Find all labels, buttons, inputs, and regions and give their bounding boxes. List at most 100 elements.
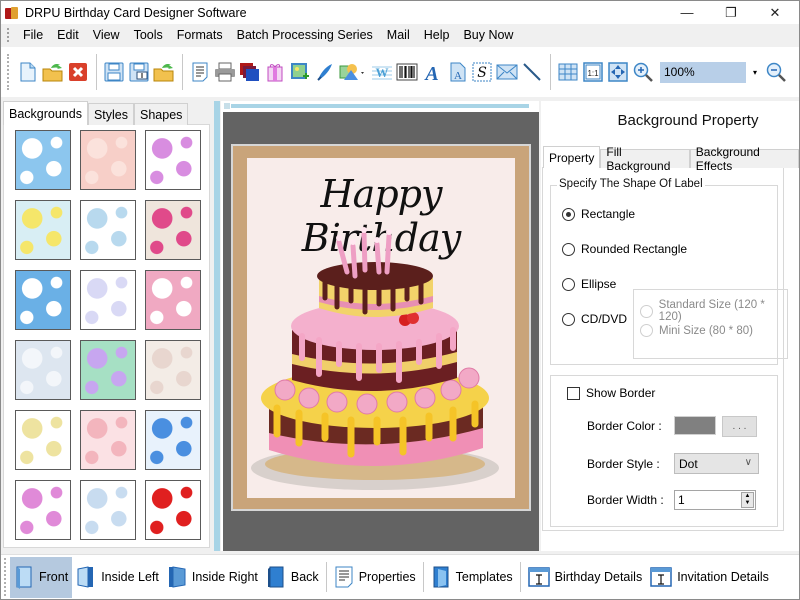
birthday-cake-image[interactable]	[247, 158, 515, 498]
inside-left-button[interactable]: Inside Left	[72, 557, 163, 598]
menu-view[interactable]: View	[86, 28, 127, 42]
print-preview-button[interactable]	[188, 59, 211, 85]
menu-batch-processing[interactable]: Batch Processing Series	[230, 28, 380, 42]
zoom-out-button[interactable]	[764, 59, 787, 85]
border-style-select[interactable]: Dot ∨	[674, 453, 759, 474]
background-thumbnail-balloon-bunches[interactable]	[80, 480, 136, 540]
background-thumbnail-rainbow[interactable]	[80, 340, 136, 400]
radio-button[interactable]	[562, 312, 575, 326]
zoom-level-input[interactable]: 100%	[660, 61, 746, 83]
radio-rectangle[interactable]: Rectangle	[562, 207, 635, 221]
menu-help[interactable]: Help	[417, 28, 457, 42]
signature-button[interactable]: S	[470, 59, 493, 85]
border-width-stepper[interactable]: 1 ▲ ▼	[674, 490, 756, 510]
gift-button[interactable]	[263, 59, 286, 85]
menu-formats[interactable]: Formats	[170, 28, 230, 42]
radio-button[interactable]	[562, 242, 575, 256]
background-thumbnail-teddy[interactable]	[145, 340, 201, 400]
background-thumbnail-stars-blue[interactable]	[15, 270, 71, 330]
properties-button[interactable]: Properties	[330, 557, 420, 598]
show-border-checkbox-row[interactable]: Show Border	[567, 386, 655, 400]
grid-button[interactable]	[556, 59, 579, 85]
close-window-button[interactable]: ✕	[753, 1, 797, 24]
text-document-button[interactable]: A	[445, 59, 468, 85]
tab-backgrounds[interactable]: Backgrounds	[3, 101, 88, 125]
radio-button[interactable]	[562, 207, 575, 221]
background-thumbnail-clouds[interactable]	[15, 130, 71, 190]
background-thumbnail-balloon-sketch[interactable]	[80, 270, 136, 330]
print-button[interactable]	[213, 59, 236, 85]
close-button[interactable]	[66, 59, 89, 85]
background-thumbnail-pink-floral[interactable]	[80, 130, 136, 190]
new-document-icon	[20, 62, 35, 82]
minimize-button[interactable]: —	[665, 1, 709, 24]
background-thumbnail-balloons-beige[interactable]	[145, 200, 201, 260]
invitation-details-button[interactable]: Invitation Details	[646, 557, 773, 598]
radio-button	[640, 324, 653, 337]
background-thumbnail-heart-outlines[interactable]	[15, 480, 71, 540]
background-thumbnail-daisies[interactable]	[15, 200, 71, 260]
copy-layers-button[interactable]	[238, 59, 261, 85]
canvas-stage[interactable]: Happy Birthday	[223, 112, 539, 551]
save-as-icon	[129, 62, 148, 82]
tab-fill-background[interactable]: Fill Background	[600, 145, 690, 173]
actual-size-button[interactable]: 1:1	[581, 59, 604, 85]
back-button[interactable]: Back	[262, 557, 323, 598]
menu-edit[interactable]: Edit	[50, 28, 86, 42]
radio-rounded-rectangle[interactable]: Rounded Rectangle	[562, 242, 687, 256]
radio-button[interactable]	[562, 277, 575, 291]
panel-splitter[interactable]	[214, 101, 220, 551]
new-button[interactable]	[16, 59, 39, 85]
birthday-details-button[interactable]: Birthday Details	[524, 557, 647, 598]
export-button[interactable]	[152, 59, 175, 85]
background-thumbnail-pastel-scene[interactable]	[80, 200, 136, 260]
menu-tools[interactable]: Tools	[127, 28, 170, 42]
tab-background-effects[interactable]: Background Effects	[689, 145, 799, 173]
radio-button	[640, 304, 653, 318]
background-thumbnail-pink-cake[interactable]	[145, 270, 201, 330]
radio-ellipse[interactable]: Ellipse	[562, 277, 616, 291]
bottom-grip	[4, 558, 7, 596]
border-group: Show Border Border Color : . . . Border …	[550, 375, 778, 527]
tab-property[interactable]: Property	[543, 146, 601, 168]
properties-icon	[335, 566, 353, 588]
show-border-checkbox[interactable]	[567, 386, 580, 400]
border-color-swatch[interactable]	[674, 416, 716, 435]
toolbar-grip	[7, 54, 10, 90]
menu-file[interactable]: File	[16, 28, 50, 42]
open-button[interactable]	[41, 59, 64, 85]
birthday-card[interactable]: Happy Birthday	[231, 144, 531, 511]
zoom-in-button[interactable]	[631, 59, 654, 85]
front-button[interactable]: Front	[10, 556, 73, 598]
barcode-button[interactable]	[395, 59, 418, 85]
templates-label: Templates	[455, 570, 513, 584]
background-thumbnail-pink-hearts-stripe[interactable]	[80, 410, 136, 470]
menu-mail[interactable]: Mail	[380, 28, 417, 42]
save-as-button[interactable]	[127, 59, 150, 85]
templates-button[interactable]: Templates	[427, 557, 517, 598]
mail-button[interactable]	[495, 59, 518, 85]
menu-buy-now[interactable]: Buy Now	[456, 28, 520, 42]
background-thumbnail-bubbles[interactable]	[15, 340, 71, 400]
text-button[interactable]: A	[420, 59, 443, 85]
tab-styles[interactable]: Styles	[87, 103, 135, 125]
shapes-button[interactable]	[338, 59, 368, 85]
insert-image-button[interactable]	[288, 59, 311, 85]
pen-button[interactable]	[313, 59, 336, 85]
watermark-button[interactable]: W	[370, 59, 393, 85]
radio-cd-dvd[interactable]: CD/DVD	[562, 312, 627, 326]
inside-right-button[interactable]: Inside Right	[163, 557, 262, 598]
invitation-details-icon	[650, 567, 672, 587]
tab-shapes[interactable]: Shapes	[134, 103, 189, 125]
fit-window-button[interactable]	[606, 59, 629, 85]
background-thumbnail-red-hearts[interactable]	[145, 480, 201, 540]
save-button[interactable]	[102, 59, 125, 85]
background-thumbnail-colorful-balloons[interactable]	[145, 410, 201, 470]
border-color-picker-button[interactable]: . . .	[722, 416, 757, 437]
zoom-dropdown-arrow[interactable]: ▾	[749, 68, 761, 77]
background-thumbnail-butterflies[interactable]	[145, 130, 201, 190]
spin-buttons[interactable]: ▲ ▼	[741, 492, 754, 508]
maximize-button[interactable]: ❐	[709, 1, 753, 24]
background-thumbnail-happy-birthday-text[interactable]	[15, 410, 71, 470]
line-button[interactable]	[520, 59, 543, 85]
